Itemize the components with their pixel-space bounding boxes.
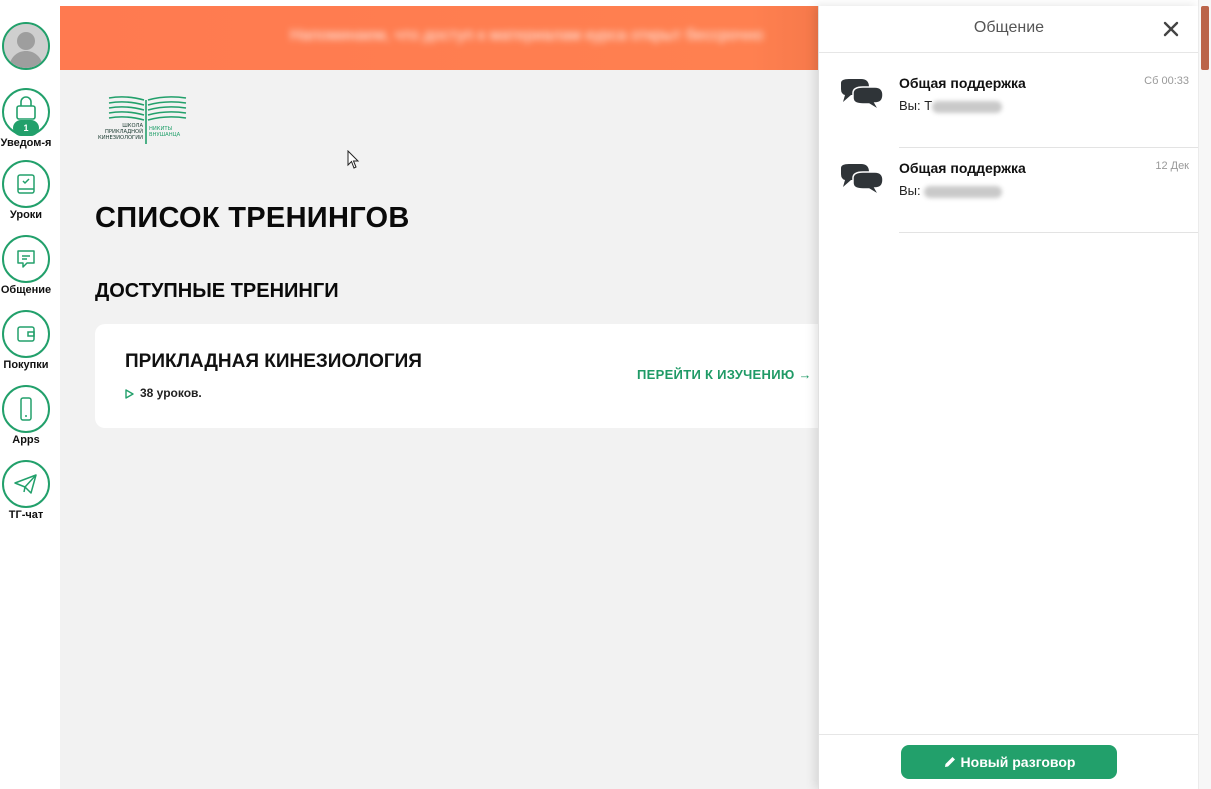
sidebar-item-profile[interactable] — [0, 22, 52, 70]
conversation-preview: Вы: — [899, 183, 1003, 198]
mouse-cursor-icon — [347, 150, 360, 169]
pencil-icon — [944, 757, 955, 767]
telegram-circle[interactable] — [2, 460, 50, 508]
conversation-name: Общая поддержка — [899, 75, 1026, 91]
chat-panel-title: Общение — [973, 19, 1045, 36]
sidebar-item-label: ТГ-чат — [8, 509, 44, 521]
new-conversation-label: Новый разговор — [960, 754, 1076, 770]
sidebar-item-apps[interactable]: Apps — [0, 385, 52, 446]
divider — [899, 232, 1199, 233]
page-title: СПИСОК ТРЕНИНГОВ — [95, 202, 410, 234]
sidebar-item-notifications[interactable]: 1 Уведом-я — [0, 88, 52, 149]
new-conversation-button[interactable]: Новый разговор — [901, 745, 1117, 779]
conversation-item[interactable]: Общая поддержка Вы: Т Сб 00:33 — [819, 63, 1199, 148]
phone-icon — [20, 397, 32, 421]
page-scrollbar[interactable] — [1198, 0, 1211, 789]
sidebar-item-label: Покупки — [3, 359, 49, 371]
chat-bubbles-icon — [841, 79, 884, 113]
go-to-study-link[interactable]: ПЕРЕЙТИ К ИЗУЧЕНИЮ → — [637, 367, 812, 382]
logo-text: ВНУШАНЦА — [149, 132, 181, 138]
lock-icon — [16, 96, 36, 121]
sidebar: 1 Уведом-я Уроки Общение Покупки Apps ТГ… — [0, 0, 60, 789]
training-card[interactable]: ПРИКЛАДНАЯ КИНЕЗИОЛОГИЯ 38 уроков. ПЕРЕЙ… — [95, 324, 855, 428]
sidebar-item-label: Уведом-я — [0, 137, 52, 149]
user-avatar-icon — [4, 24, 48, 68]
lessons-circle[interactable] — [2, 160, 50, 208]
book-logo-icon: ШКОЛА ПРИКЛАДНОЙ КИНЕЗИОЛОГИИ НИКИТЫ ВНУ… — [98, 96, 187, 144]
play-icon — [125, 389, 134, 399]
logo-text: ПРИКЛАДНОЙ — [105, 128, 143, 135]
book-icon — [17, 174, 35, 194]
conversation-name: Общая поддержка — [899, 160, 1026, 176]
banner-text: Напоминаем, что доступ к материалам курс… — [290, 27, 764, 44]
chat-bubbles-icon — [841, 164, 884, 198]
telegram-icon — [14, 474, 37, 494]
chat-circle[interactable] — [2, 235, 50, 283]
redacted-text — [924, 185, 1003, 198]
sidebar-item-label: Apps — [12, 434, 40, 446]
training-title: ПРИКЛАДНАЯ КИНЕЗИОЛОГИЯ — [125, 351, 422, 372]
chat-bubble-icon — [17, 250, 35, 268]
lessons-count: 38 уроков. — [140, 386, 202, 400]
sidebar-item-label: Уроки — [9, 209, 43, 221]
preview-prefix: Вы: — [899, 183, 925, 198]
conversation-preview: Вы: Т — [899, 98, 1003, 113]
notification-badge: 1 — [13, 120, 39, 136]
purchases-circle[interactable] — [2, 310, 50, 358]
notifications-circle[interactable]: 1 — [2, 88, 50, 136]
preview-prefix: Вы: Т — [899, 98, 933, 113]
chat-panel: Общение Общая поддержка Вы: Т Сб 00:33 О… — [818, 6, 1199, 789]
chat-panel-footer: Новый разговор — [819, 734, 1199, 789]
redacted-text — [932, 100, 1003, 113]
scrollbar-thumb[interactable] — [1201, 6, 1209, 70]
apps-circle[interactable] — [2, 385, 50, 433]
close-icon[interactable] — [1161, 19, 1181, 39]
chat-panel-header: Общение — [819, 6, 1199, 53]
training-lessons: 38 уроков. — [125, 386, 202, 400]
conversation-time: Сб 00:33 — [1144, 75, 1189, 87]
sidebar-item-purchases[interactable]: Покупки — [0, 310, 52, 371]
logo-text: КИНЕЗИОЛОГИИ — [98, 135, 143, 141]
avatar[interactable] — [2, 22, 50, 70]
conversation-item[interactable]: Общая поддержка Вы: 12 Дек — [819, 148, 1199, 233]
sidebar-item-lessons[interactable]: Уроки — [0, 160, 52, 221]
sidebar-item-telegram[interactable]: ТГ-чат — [0, 460, 52, 521]
sidebar-item-label: Общение — [0, 284, 52, 296]
wallet-icon — [17, 326, 35, 342]
school-logo[interactable]: ШКОЛА ПРИКЛАДНОЙ КИНЕЗИОЛОГИИ НИКИТЫ ВНУ… — [96, 94, 196, 146]
conversation-time: 12 Дек — [1155, 160, 1189, 172]
sidebar-item-chat[interactable]: Общение — [0, 235, 52, 296]
section-title: ДОСТУПНЫЕ ТРЕНИНГИ — [95, 280, 339, 302]
